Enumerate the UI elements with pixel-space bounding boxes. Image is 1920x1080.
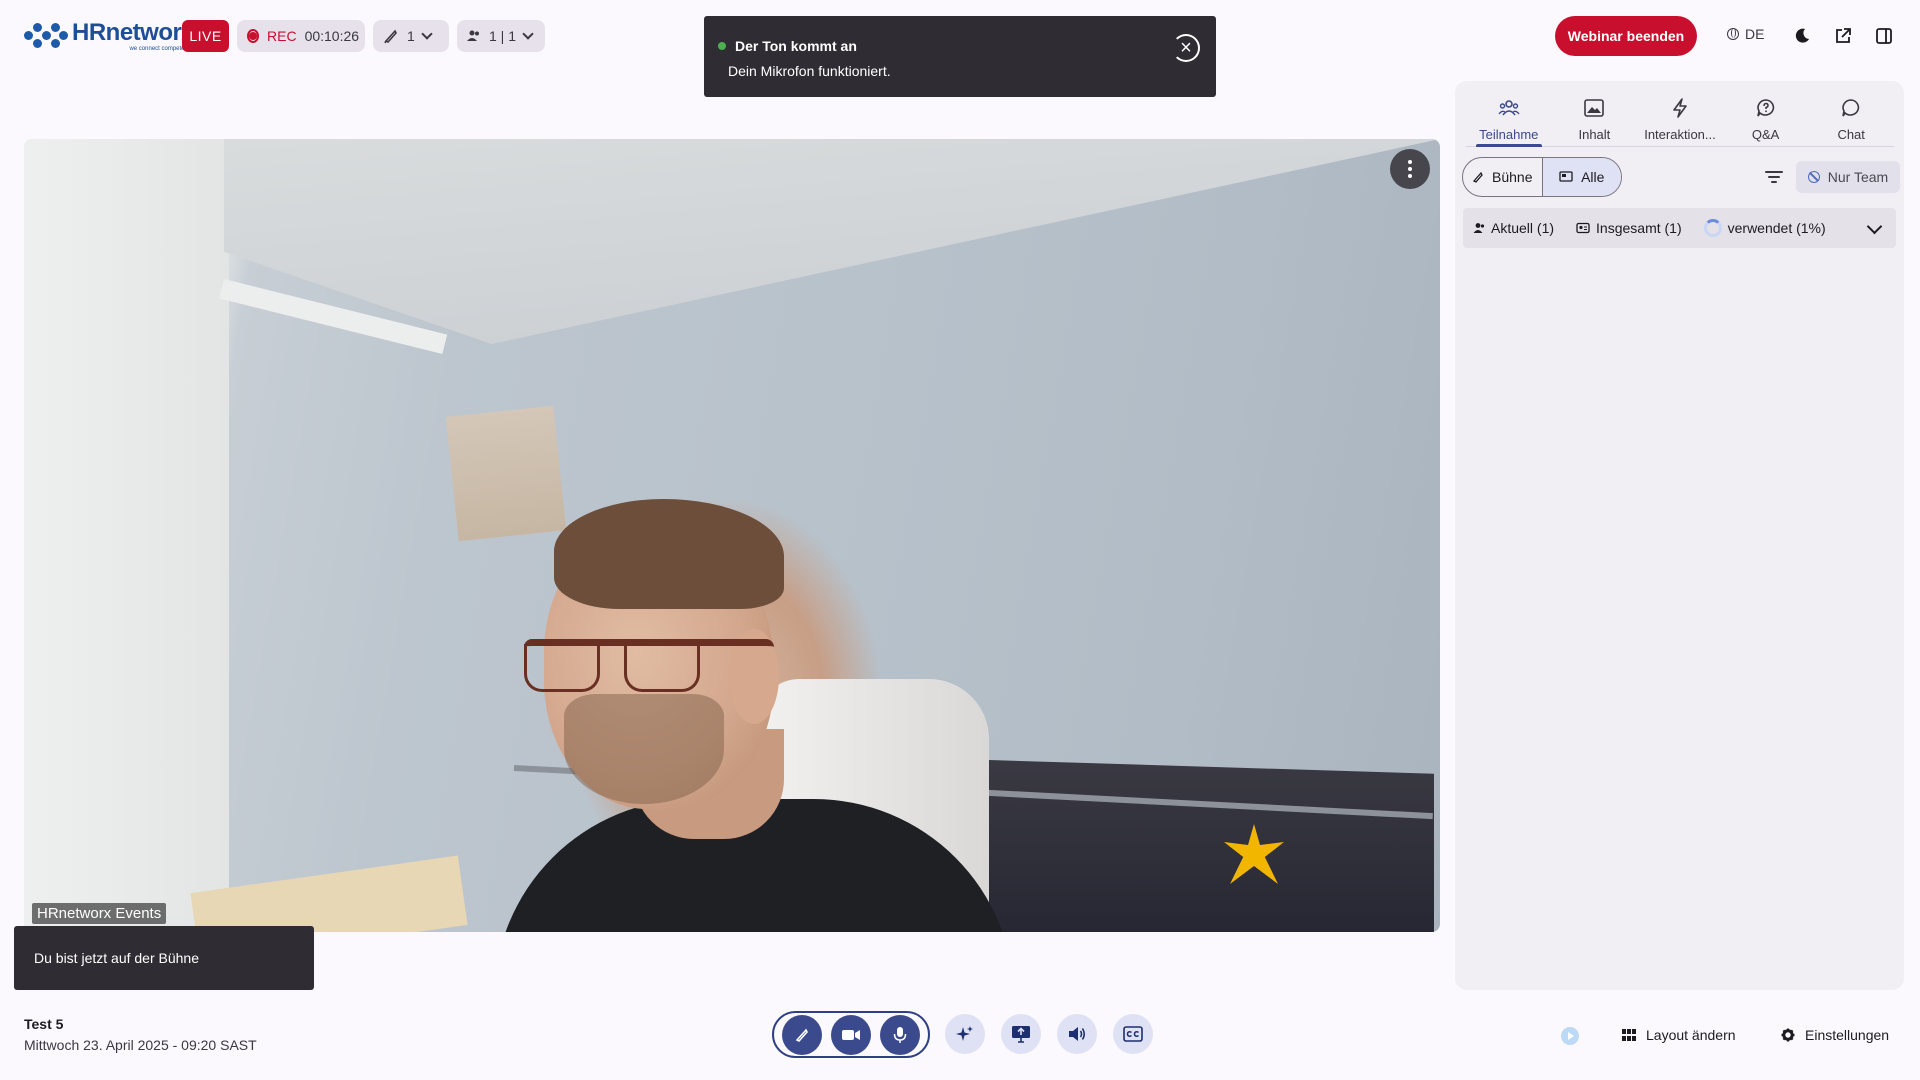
speaker-icon <box>1069 1027 1086 1041</box>
tab-label: Teilnahme <box>1479 127 1539 142</box>
end-webinar-button[interactable]: Webinar beenden <box>1555 16 1697 56</box>
close-icon[interactable]: × <box>1172 34 1200 62</box>
stage-count: 1 <box>407 28 415 44</box>
toast-title: Der Ton kommt an <box>735 38 857 54</box>
screen-share-button[interactable] <box>1001 1014 1041 1054</box>
more-vert-icon[interactable] <box>1390 149 1430 189</box>
globe-icon <box>1727 28 1739 40</box>
tab-qa[interactable]: Q&A <box>1723 89 1809 146</box>
brand-name: HRnetworx <box>72 18 195 46</box>
usage-ring-icon <box>1703 219 1722 237</box>
tab-label: Q&A <box>1751 127 1780 142</box>
stat-used: verwendet (1%) <box>1727 220 1826 236</box>
event-date: Mittwoch 23. April 2025 - 09:20 SAST <box>24 1037 257 1053</box>
team-only-chip[interactable]: Nur Team <box>1796 161 1900 193</box>
stat-current: Aktuell (1) <box>1491 220 1555 236</box>
media-controls <box>772 1011 930 1058</box>
panel-tabs: Teilnahme Inhalt Interaktion... Q&A Chat <box>1466 89 1894 147</box>
stage-filter-toggle: Bühne Alle <box>1462 157 1622 197</box>
live-badge: LIVE <box>182 20 229 52</box>
participant-count: 1 | 1 <box>489 28 516 44</box>
filter-icon[interactable] <box>1764 167 1784 187</box>
settings-label: Einstellungen <box>1805 1027 1890 1043</box>
play-icon[interactable] <box>1561 1027 1579 1045</box>
external-link-icon <box>1836 28 1851 43</box>
segment-buehne[interactable]: Bühne <box>1463 158 1542 196</box>
microphone-toggle-button[interactable] <box>880 1014 921 1055</box>
sparkle-icon <box>956 1026 973 1041</box>
chevron-down-icon[interactable] <box>1866 218 1883 235</box>
chat-bubble-icon <box>1841 97 1861 119</box>
grid-icon <box>1622 1029 1636 1041</box>
block-icon <box>1807 171 1820 183</box>
microphone-icon <box>894 1026 907 1043</box>
settings-button[interactable]: Einstellungen <box>1781 1027 1889 1043</box>
video-camera-icon <box>841 1029 860 1040</box>
audio-output-button[interactable] <box>1057 1014 1097 1054</box>
stage-count-dropdown[interactable]: 1 <box>373 20 449 52</box>
side-panel: Teilnahme Inhalt Interaktion... Q&A Chat <box>1455 81 1904 990</box>
recording-indicator[interactable]: REC 00:10:26 <box>237 20 365 52</box>
participant-stats-bar[interactable]: Aktuell (1) Insgesamt (1) verwendet (1%) <box>1463 208 1896 248</box>
sidebar-icon <box>1876 28 1892 44</box>
rec-time: 00:10:26 <box>304 28 360 44</box>
stage-icon <box>795 1028 808 1042</box>
segment-alle[interactable]: Alle <box>1541 158 1621 196</box>
layout-label: Layout ändern <box>1646 1027 1736 1043</box>
segment-label: Alle <box>1581 169 1605 185</box>
tab-label: Inhalt <box>1578 127 1611 142</box>
bolt-icon <box>1672 97 1688 119</box>
hrnetworx-logo: HRnetworx we connect competence <box>24 16 195 56</box>
video-stage[interactable]: HRnetworx Events <box>24 139 1440 932</box>
chevron-down-icon <box>522 28 534 40</box>
stage-icon <box>384 29 397 44</box>
stage-snackbar: Du bist jetzt auf der Bühne <box>14 926 314 990</box>
tab-chat[interactable]: Chat <box>1808 89 1894 146</box>
moon-icon <box>1795 28 1809 43</box>
stage-icon <box>1472 171 1483 183</box>
rec-label: REC <box>267 28 297 44</box>
tab-interaktion[interactable]: Interaktion... <box>1637 89 1723 146</box>
present-screen-icon <box>1012 1026 1030 1043</box>
image-icon <box>1584 97 1605 119</box>
closed-captions-icon <box>1123 1026 1143 1042</box>
badge-icon <box>1576 222 1590 234</box>
segment-label: Bühne <box>1492 169 1533 185</box>
participants-dropdown[interactable]: 1 | 1 <box>457 20 545 52</box>
toggle-sidebar-button[interactable] <box>1870 22 1898 50</box>
tab-label: Interaktion... <box>1644 127 1716 142</box>
chevron-down-icon <box>421 28 433 40</box>
people-icon <box>467 30 479 41</box>
dark-mode-toggle[interactable] <box>1788 22 1816 50</box>
status-dot-icon <box>718 42 726 50</box>
record-icon <box>247 29 259 43</box>
person-icon <box>1473 223 1485 233</box>
network-logo-icon <box>24 21 68 51</box>
tab-inhalt[interactable]: Inhalt <box>1552 89 1638 146</box>
open-external-button[interactable] <box>1829 22 1857 50</box>
captions-button[interactable] <box>1113 1014 1153 1054</box>
camera-toggle-button[interactable] <box>830 1014 871 1055</box>
team-chip-label: Nur Team <box>1827 169 1889 185</box>
stage-toggle-button[interactable] <box>781 1014 822 1055</box>
question-bubble-icon <box>1756 97 1776 119</box>
effects-button[interactable] <box>945 1014 985 1054</box>
event-title: Test 5 <box>24 1016 64 1032</box>
language-selector[interactable]: DE <box>1727 26 1764 42</box>
stat-total: Insgesamt (1) <box>1596 220 1682 236</box>
participant-name-tag: HRnetworx Events <box>32 903 167 924</box>
tab-label: Chat <box>1837 127 1865 142</box>
language-code: DE <box>1745 26 1765 42</box>
tab-teilnahme[interactable]: Teilnahme <box>1466 89 1552 147</box>
gear-icon <box>1781 1028 1795 1042</box>
screen-icon <box>1559 171 1573 182</box>
people-icon <box>1498 97 1520 119</box>
toast-message: Dein Mikrofon funktioniert. <box>728 63 891 79</box>
change-layout-button[interactable]: Layout ändern <box>1622 1027 1736 1043</box>
audio-check-toast: Der Ton kommt an Dein Mikrofon funktioni… <box>704 16 1216 97</box>
